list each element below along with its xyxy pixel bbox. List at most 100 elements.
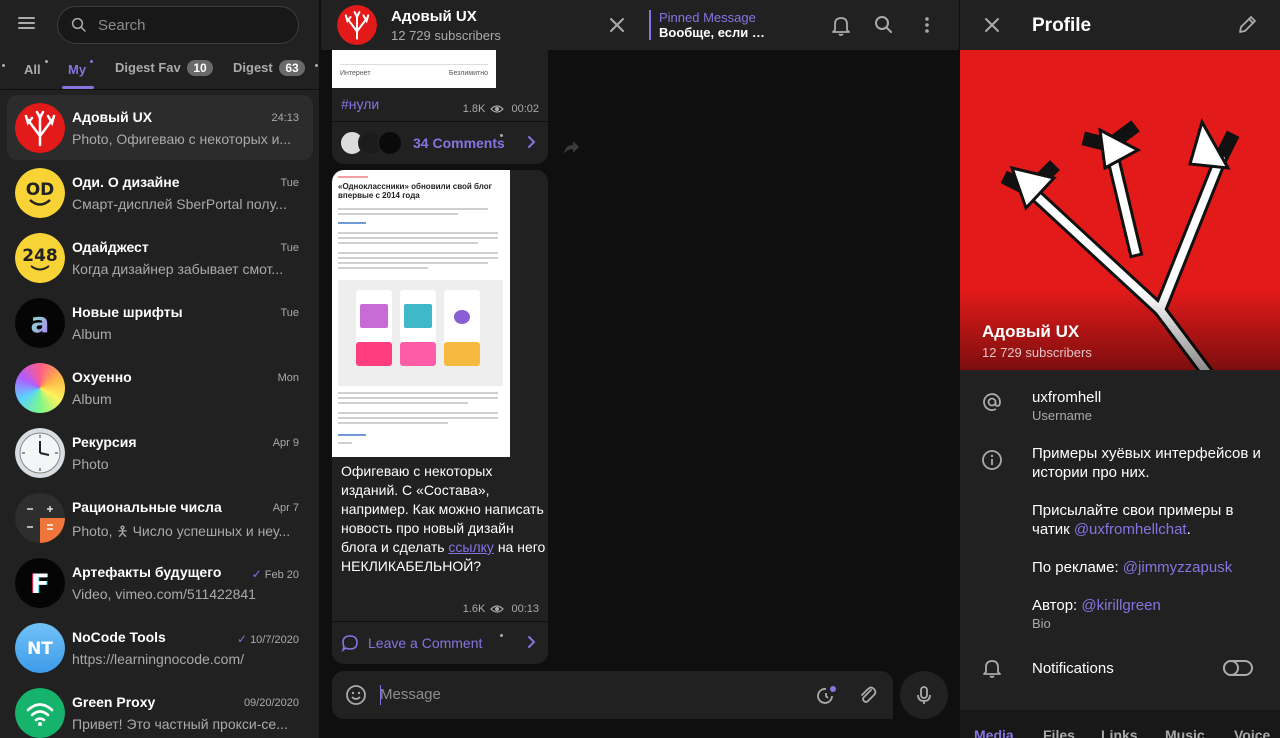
bell-icon[interactable] xyxy=(827,11,855,39)
chat-name: Охуенно xyxy=(72,369,132,385)
svg-text:248: 248 xyxy=(22,246,58,266)
voice-record-button[interactable] xyxy=(900,671,948,719)
bio-text: Автор: xyxy=(1032,597,1082,614)
username-row[interactable]: uxfromhell Username xyxy=(960,380,1280,432)
leave-comment-button[interactable]: Leave a Comment xyxy=(332,621,548,663)
chat-preview: Photo, Офигеваю с некоторых и... xyxy=(72,131,292,147)
chat-name: Новые шрифты xyxy=(72,304,183,320)
bio-line: По рекламе: @jimmyzzapusk xyxy=(1032,558,1262,577)
chat-name: Green Proxy xyxy=(72,694,156,710)
more-vertical-icon[interactable] xyxy=(913,11,941,39)
chat-item[interactable]: F F F Артефакты будущего ✓ Feb 20 Video, … xyxy=(7,550,313,615)
tab-voice[interactable]: Voice xyxy=(1234,727,1270,738)
chat-link[interactable]: @uxfromhellchat xyxy=(1074,521,1187,538)
doc-line xyxy=(338,402,468,404)
tab-files[interactable]: Files xyxy=(1043,727,1075,738)
photo-text-left: Интернет xyxy=(340,70,371,77)
chat-item[interactable]: NT NoCode Tools ✓ 10/7/2020 https://learn… xyxy=(7,615,313,680)
doc-line xyxy=(338,257,498,259)
notifications-toggle[interactable] xyxy=(1223,660,1253,676)
chat-preview: Photo, 🯅 Число успешных и неу... xyxy=(72,523,291,539)
scheduled-message-icon[interactable] xyxy=(814,684,838,708)
doc-breadcrumb xyxy=(338,176,368,178)
bio-line: Примеры хуёвых интерфейсов и истории про… xyxy=(1032,445,1261,481)
profile-panel: Profile Адовый UX 12 729 subscribers uxf… xyxy=(960,0,1280,738)
chat-item[interactable]: Green Proxy 09/20/2020 Привет! Это частн… xyxy=(7,680,313,738)
channel-avatar xyxy=(15,103,65,153)
calculator-icon xyxy=(15,493,65,543)
hashtag-link[interactable]: #нули xyxy=(341,96,379,112)
sidebar-topbar: Search xyxy=(0,0,319,50)
tab-my[interactable]: My xyxy=(68,60,94,77)
chat-avatar: a xyxy=(15,298,65,348)
tab-links[interactable]: Links xyxy=(1101,727,1138,738)
message-placeholder: Message xyxy=(380,686,441,703)
message-photo[interactable]: «Одноклассники» обновили свой блог вперв… xyxy=(332,170,510,457)
comment-bubble-icon xyxy=(341,635,358,652)
commenter-avatar xyxy=(377,130,403,156)
comments-button[interactable]: 34 Comments xyxy=(332,121,548,163)
doc-share-buttons xyxy=(338,222,366,224)
message-photo[interactable]: Интернет Безлимитно xyxy=(332,50,496,88)
chat-name: Одайджест xyxy=(72,239,149,255)
chat-preview: Привет! Это частный прокси-се... xyxy=(72,716,288,732)
edit-pencil-icon[interactable] xyxy=(1233,11,1261,39)
read-check-icon: ✓ xyxy=(251,567,262,581)
chat-item[interactable]: a Новые шрифты Tue Album xyxy=(7,290,313,355)
tab-digest-label: Digest xyxy=(233,60,273,75)
tab-all-label: All xyxy=(24,62,41,77)
chat-list: Адовый UX 24:13 Photo, Офигеваю с некото… xyxy=(0,91,319,738)
doc-screenshot xyxy=(338,280,503,386)
chat-time: Apr 9 xyxy=(272,437,299,449)
author-link[interactable]: @kirillgreen xyxy=(1081,597,1160,614)
tab-digest-fav[interactable]: Digest Fav 10 xyxy=(115,60,213,76)
message-bubble[interactable]: Интернет Безлимитно #нули 1.8K 00:02 34 … xyxy=(332,50,548,164)
doc-line xyxy=(338,397,498,399)
chat-time-value: 10/7/2020 xyxy=(250,634,299,646)
message-input[interactable]: Message xyxy=(332,671,893,719)
search-placeholder: Search xyxy=(98,17,146,34)
doc-line xyxy=(338,267,428,269)
chat-name: Рациональные числа xyxy=(72,499,222,515)
pinned-message[interactable]: Pinned Message Вообще, если п... xyxy=(649,10,765,40)
attach-paperclip-icon[interactable] xyxy=(856,684,878,706)
doc-line xyxy=(338,242,478,244)
chat-item[interactable]: Рекурсия Apr 9 Photo xyxy=(7,420,313,485)
profile-subscribers: 12 729 subscribers xyxy=(982,345,1092,360)
tab-digest[interactable]: Digest 63 xyxy=(233,60,305,76)
search-icon[interactable] xyxy=(870,11,898,39)
chat-item[interactable]: Адовый UX 24:13 Photo, Офигеваю с некото… xyxy=(7,95,313,160)
chat-item[interactable]: 248 Одайджест Tue Когда дизайнер забывае… xyxy=(7,225,313,290)
emoji-icon[interactable] xyxy=(345,684,367,706)
message-bubble[interactable]: «Одноклассники» обновили свой блог вперв… xyxy=(332,170,548,664)
profile-header: Profile xyxy=(960,0,1280,50)
chat-item[interactable]: Рациональные числа Apr 7 Photo, 🯅 Число … xyxy=(7,485,313,550)
chat-header[interactable]: Адовый UX 12 729 subscribers Pinned Mess… xyxy=(321,0,959,50)
ads-contact-link[interactable]: @jimmyzzapusk xyxy=(1123,559,1232,576)
tab-media[interactable]: Media xyxy=(974,727,1014,738)
tab-all[interactable]: All xyxy=(24,60,48,77)
close-pinned-icon[interactable] xyxy=(603,11,631,39)
doc-share-buttons xyxy=(338,434,366,436)
svg-text:F: F xyxy=(31,569,49,600)
message-link[interactable]: ссылку xyxy=(448,539,494,555)
bio-row[interactable]: Примеры хуёвых интерфейсов и истории про… xyxy=(960,438,1280,638)
views-count: 1.8K xyxy=(462,103,486,115)
bio-line: Автор: @kirillgreen xyxy=(1032,596,1262,615)
share-icon[interactable] xyxy=(559,135,583,159)
chat-item[interactable]: OD Оди. О дизайне Tue Смарт-дисплей Sber… xyxy=(7,160,313,225)
tab-music[interactable]: Music xyxy=(1165,727,1205,738)
close-icon[interactable] xyxy=(978,11,1006,39)
hamburger-menu-icon[interactable] xyxy=(18,14,48,36)
svg-text:OD: OD xyxy=(26,180,55,200)
bio-caption: Bio xyxy=(1032,616,1051,631)
chat-avatar: OD xyxy=(15,168,65,218)
search-input[interactable]: Search xyxy=(57,6,299,44)
at-sign-icon xyxy=(983,393,1001,411)
comments-label: 34 Comments xyxy=(413,135,505,151)
profile-cover-photo[interactable]: Адовый UX 12 729 subscribers xyxy=(960,50,1280,370)
message-time: 00:02 xyxy=(511,103,539,115)
clock-icon xyxy=(15,428,65,478)
message-text: Офигеваю с некоторых изданий. С «Состава… xyxy=(341,462,546,576)
chat-item[interactable]: Охуенно Mon Album xyxy=(7,355,313,420)
